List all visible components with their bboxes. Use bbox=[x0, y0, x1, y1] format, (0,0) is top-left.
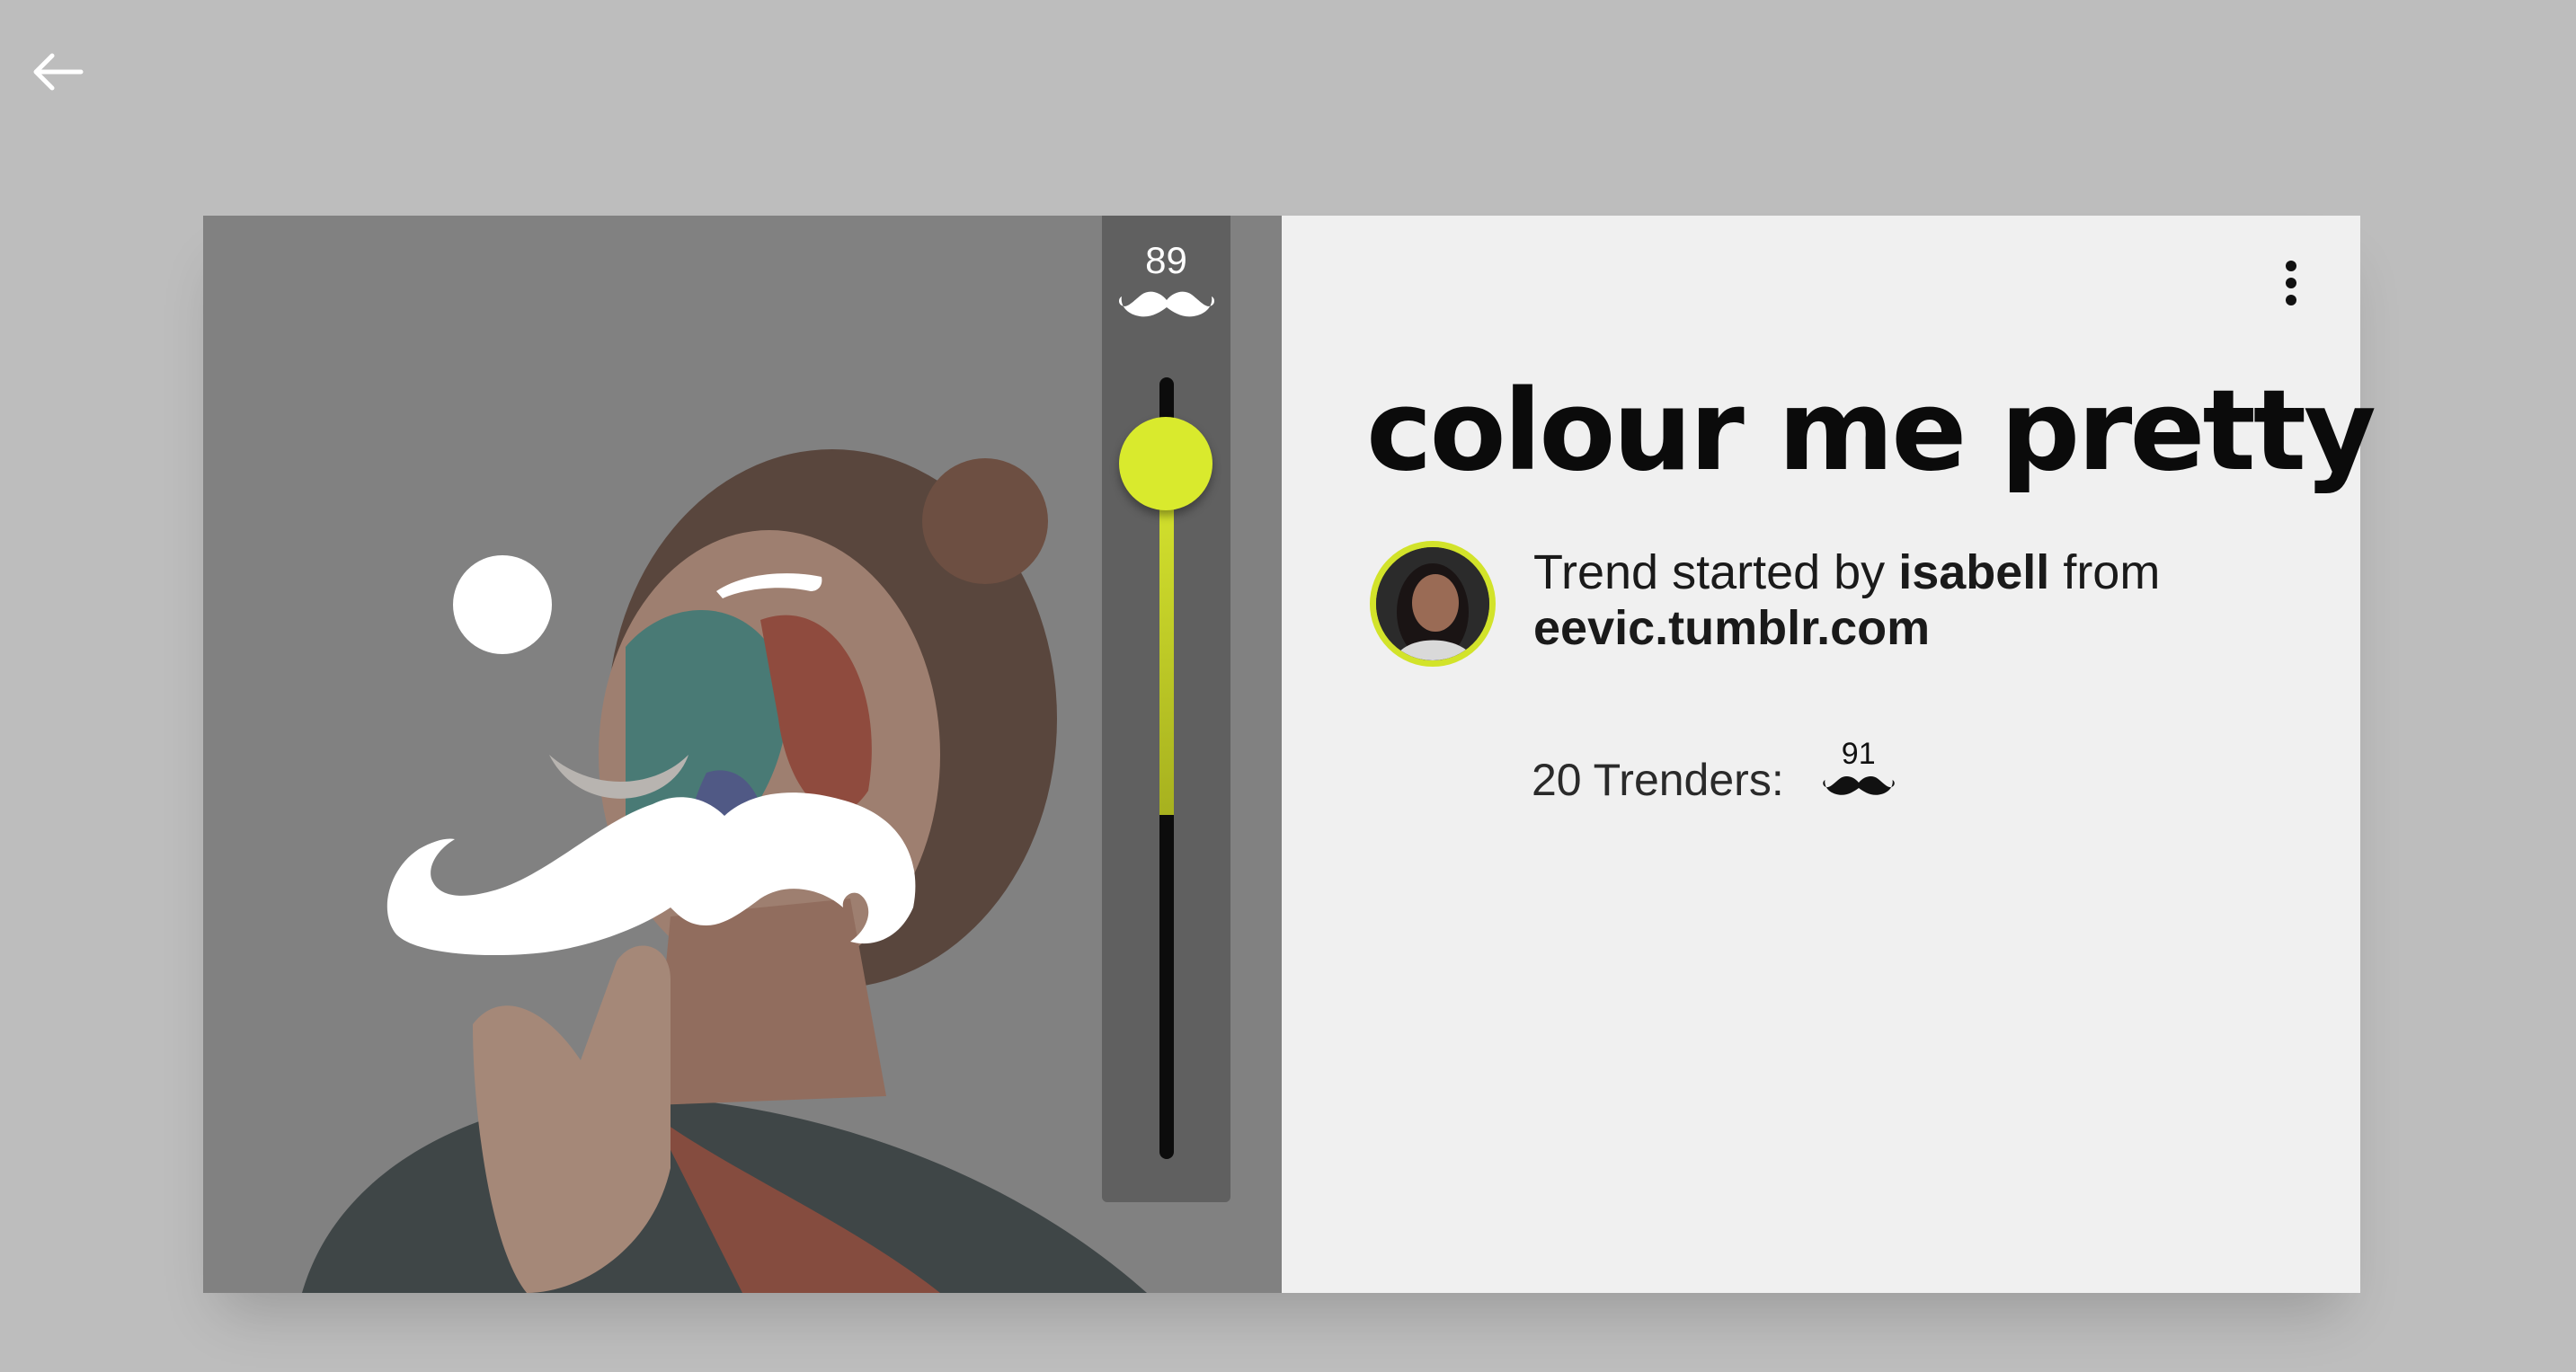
author-link[interactable]: isabell bbox=[1898, 545, 2049, 599]
trender-score: 91 bbox=[1841, 737, 1876, 771]
from-word: from bbox=[2063, 545, 2161, 599]
back-button[interactable] bbox=[25, 40, 90, 104]
source-link[interactable]: eevic.tumblr.com bbox=[1533, 601, 1930, 655]
trend-info-panel: colour me pretty Trend started by isabel… bbox=[1282, 216, 2376, 1293]
avatar-image bbox=[1376, 547, 1489, 660]
slider-thumb[interactable] bbox=[1119, 416, 1212, 510]
more-vertical-icon-dot bbox=[2286, 278, 2296, 288]
slider-fill bbox=[1159, 463, 1174, 816]
trenders-label: 20 Trenders: bbox=[1532, 755, 1784, 805]
more-vertical-icon-dot bbox=[2286, 295, 2296, 305]
avatar[interactable] bbox=[1370, 541, 1496, 667]
mustache-icon bbox=[1119, 291, 1214, 317]
trend-card: 89 colour me pretty Trend started by isa… bbox=[203, 216, 2376, 1293]
more-vertical-icon bbox=[2286, 261, 2296, 271]
trend-title: colour me pretty bbox=[1366, 367, 2376, 496]
trenders-row[interactable]: 20 Trenders: 91 bbox=[1532, 737, 1899, 816]
trender-score-badge: 91 bbox=[1818, 737, 1899, 816]
arrow-left-icon bbox=[33, 53, 84, 91]
more-options-button[interactable] bbox=[2273, 252, 2309, 314]
trend-attribution: Trend started by isabell from eevic.tumb… bbox=[1533, 544, 2306, 656]
trend-photo[interactable]: 89 bbox=[203, 216, 1282, 1293]
mustache-rating-slider[interactable]: 89 bbox=[1102, 216, 1230, 1202]
started-prefix: Trend started by bbox=[1533, 545, 1886, 599]
mustache-icon bbox=[1822, 775, 1895, 795]
rating-value: 89 bbox=[1145, 239, 1187, 281]
